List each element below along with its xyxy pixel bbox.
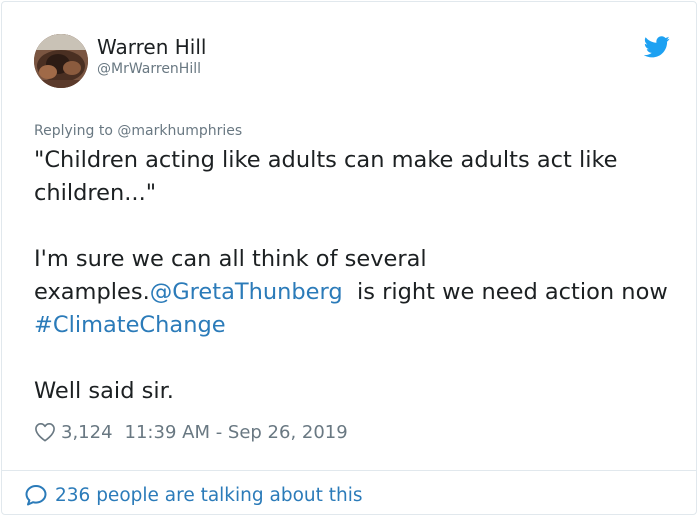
- heart-outline-icon[interactable]: [34, 422, 56, 442]
- tweet-card: Warren Hill @MrWarrenHill Replying to @m…: [1, 1, 697, 515]
- tweet-timestamp[interactable]: 11:39 AM - Sep 26, 2019: [125, 422, 348, 443]
- like-count[interactable]: 3,124: [61, 422, 113, 443]
- avatar-image: [34, 34, 88, 88]
- tweet-text-line-3: Well said sir.: [34, 378, 174, 404]
- avatar[interactable]: [34, 34, 88, 88]
- mention-link[interactable]: @GretaThunberg: [150, 279, 343, 305]
- tweet-text-line-1: "Children acting like adults can make ad…: [34, 147, 618, 206]
- tweet-meta: 3,124 11:39 AM - Sep 26, 2019: [34, 418, 348, 446]
- replying-prefix: Replying to: [34, 123, 118, 139]
- hashtag-link[interactable]: #ClimateChange: [34, 312, 226, 338]
- twitter-bird-icon[interactable]: [644, 36, 670, 58]
- tweet-text-segment: is right we need action now: [342, 279, 675, 305]
- talking-about-text[interactable]: 236 people are talking about this: [55, 485, 363, 506]
- footer-divider: [2, 470, 696, 471]
- speech-bubble-icon: [25, 485, 47, 506]
- author-name[interactable]: Warren Hill: [97, 35, 206, 59]
- tweet-text-line-2: I'm sure we can all think of several exa…: [34, 243, 674, 342]
- talking-about-link[interactable]: 236 people are talking about this: [24, 482, 363, 508]
- replying-to-link[interactable]: @markhumphries: [117, 123, 242, 139]
- tweet-text: "Children acting like adults can make ad…: [34, 144, 674, 408]
- author-handle[interactable]: @MrWarrenHill: [97, 61, 201, 77]
- replying-to-line: Replying to @markhumphries: [34, 123, 242, 139]
